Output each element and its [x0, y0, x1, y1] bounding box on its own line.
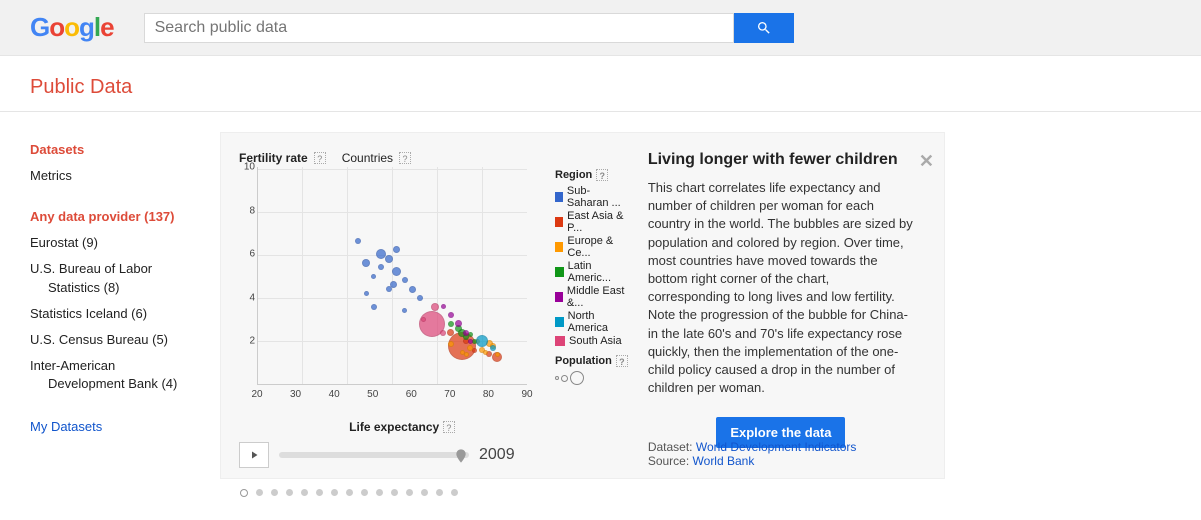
google-logo[interactable]: Google — [30, 12, 114, 43]
description-title: Living longer with fewer children — [648, 151, 914, 169]
data-bubble[interactable] — [362, 259, 370, 267]
description-pane: ✕ Living longer with fewer children This… — [648, 151, 934, 468]
data-bubble[interactable] — [364, 291, 369, 296]
description-text: This chart correlates life expectancy an… — [648, 179, 914, 397]
year-label: 2009 — [479, 446, 515, 464]
population-size-legend — [555, 371, 628, 385]
legend-population-head: Population — [555, 355, 612, 367]
source-link[interactable]: World Bank — [693, 454, 755, 468]
pagination-dot[interactable] — [376, 489, 383, 496]
data-bubble[interactable] — [378, 264, 384, 270]
subheader: Public Data — [0, 56, 1201, 112]
sidebar-datasets[interactable]: Datasets — [30, 142, 220, 157]
slider-thumb-icon[interactable] — [453, 447, 469, 468]
data-bubble[interactable] — [371, 274, 376, 279]
chart-plot-area[interactable]: 246810 2030405060708090 — [257, 167, 547, 397]
pagination-dot[interactable] — [421, 489, 428, 496]
chart-legend: Region ? Sub-Saharan ...East Asia & P...… — [555, 167, 628, 434]
close-button[interactable]: ✕ — [919, 151, 934, 172]
help-region-icon[interactable]: ? — [596, 169, 608, 181]
pagination-dot[interactable] — [331, 489, 338, 496]
legend-item[interactable]: Middle East &... — [555, 285, 628, 309]
search-form — [144, 13, 794, 43]
pagination-dot[interactable] — [346, 489, 353, 496]
legend-item[interactable]: Europe & Ce... — [555, 235, 628, 259]
sidebar-provider-eurostat[interactable]: Eurostat (9) — [30, 234, 220, 252]
sidebar-provider-census[interactable]: U.S. Census Bureau (5) — [30, 331, 220, 349]
pagination-dot[interactable] — [391, 489, 398, 496]
play-icon — [248, 449, 260, 461]
chart-xlabel: Life expectancy — [349, 420, 439, 434]
main: Datasets Metrics Any data provider (137)… — [0, 112, 1201, 507]
year-slider[interactable] — [279, 452, 469, 458]
sidebar-provider-bls[interactable]: U.S. Bureau of Labor Statistics (8) — [30, 260, 220, 296]
sidebar-my-datasets[interactable]: My Datasets — [30, 418, 220, 436]
help-population-icon[interactable]: ? — [616, 355, 628, 367]
help-countries-icon[interactable]: ? — [399, 152, 411, 164]
legend-item[interactable]: North America — [555, 310, 628, 334]
search-button[interactable] — [734, 13, 794, 43]
pagination-dot[interactable] — [301, 489, 308, 496]
pagination-dot[interactable] — [286, 489, 293, 496]
pagination-dot[interactable] — [240, 489, 248, 497]
sidebar-any-provider[interactable]: Any data provider (137) — [30, 209, 220, 224]
legend-item[interactable]: East Asia & P... — [555, 210, 628, 234]
pagination-dot[interactable] — [256, 489, 263, 496]
data-bubble[interactable] — [371, 304, 377, 310]
data-bubble[interactable] — [463, 330, 469, 336]
data-bubble[interactable] — [464, 352, 469, 357]
pagination-dots — [220, 479, 945, 507]
content: Fertility rate ? Countries ? 246810 2030… — [220, 132, 945, 507]
data-bubble[interactable] — [392, 267, 401, 276]
data-bubble[interactable] — [490, 345, 496, 351]
sidebar: Datasets Metrics Any data provider (137)… — [30, 132, 220, 507]
data-bubble[interactable] — [385, 255, 393, 263]
data-bubble[interactable] — [431, 303, 439, 311]
dataset-label: Dataset: — [648, 440, 693, 454]
pagination-dot[interactable] — [436, 489, 443, 496]
data-bubble[interactable] — [393, 246, 400, 253]
search-icon — [756, 20, 772, 36]
pagination-dot[interactable] — [361, 489, 368, 496]
source-label: Source: — [648, 454, 689, 468]
data-bubble[interactable] — [386, 286, 392, 292]
pagination-dot[interactable] — [316, 489, 323, 496]
dataset-link[interactable]: World Development Indicators — [696, 440, 857, 454]
chart-countries-label: Countries — [342, 151, 393, 165]
data-bubble[interactable] — [355, 238, 361, 244]
data-bubble[interactable] — [402, 277, 408, 283]
pagination-dot[interactable] — [271, 489, 278, 496]
legend-item[interactable]: South Asia — [555, 335, 628, 347]
header: Google — [0, 0, 1201, 56]
data-bubble[interactable] — [441, 304, 446, 309]
chart-pane: Fertility rate ? Countries ? 246810 2030… — [239, 151, 628, 468]
legend-item[interactable]: Sub-Saharan ... — [555, 185, 628, 209]
data-bubble[interactable] — [448, 312, 454, 318]
data-bubble[interactable] — [409, 286, 416, 293]
sidebar-metrics[interactable]: Metrics — [30, 167, 220, 185]
data-bubble[interactable] — [495, 352, 500, 357]
data-bubble[interactable] — [402, 308, 407, 313]
data-bubble[interactable] — [483, 350, 488, 355]
data-bubble[interactable] — [417, 295, 423, 301]
pagination-dot[interactable] — [451, 489, 458, 496]
sidebar-provider-iceland[interactable]: Statistics Iceland (6) — [30, 305, 220, 323]
help-xlabel-icon[interactable]: ? — [443, 421, 455, 433]
legend-region-head: Region — [555, 169, 592, 181]
data-bubble[interactable] — [440, 330, 446, 336]
timeline: 2009 — [239, 442, 619, 468]
page-title: Public Data — [30, 76, 1171, 99]
legend-item[interactable]: Latin Americ... — [555, 260, 628, 284]
help-ylabel-icon[interactable]: ? — [314, 152, 326, 164]
data-bubble[interactable] — [448, 341, 454, 347]
featured-card: Fertility rate ? Countries ? 246810 2030… — [220, 132, 945, 479]
search-input[interactable] — [144, 13, 734, 43]
sidebar-provider-iadb[interactable]: Inter-American Development Bank (4) — [30, 357, 220, 393]
pagination-dot[interactable] — [406, 489, 413, 496]
data-bubble[interactable] — [468, 339, 473, 344]
data-bubble[interactable] — [448, 321, 454, 327]
play-button[interactable] — [239, 442, 269, 468]
